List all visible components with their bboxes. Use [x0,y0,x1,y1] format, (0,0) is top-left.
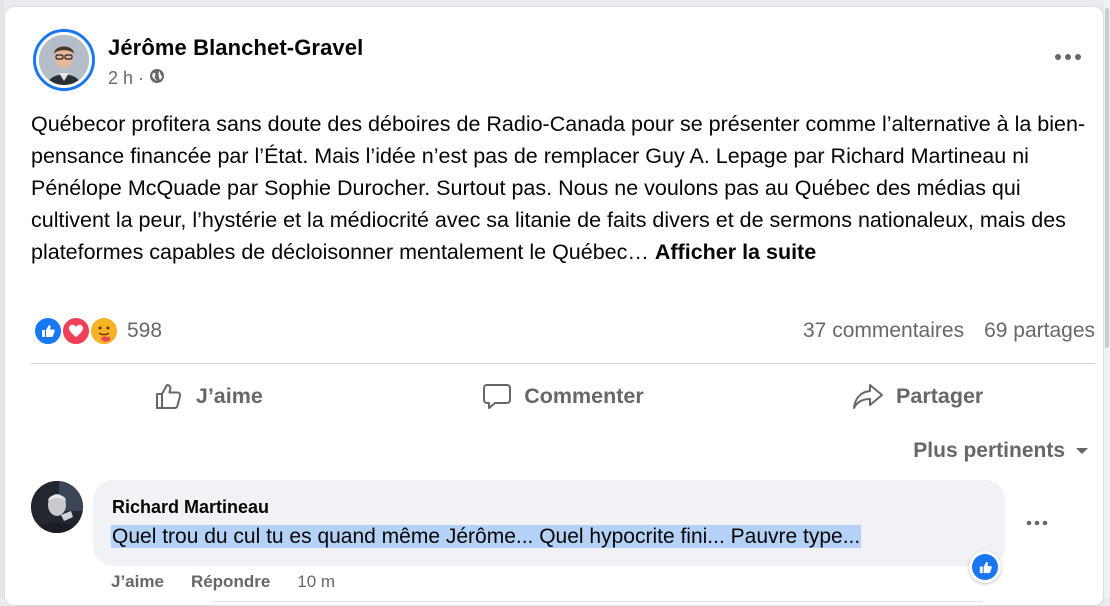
reply-input-edge [211,601,983,602]
more-horizontal-icon [1055,54,1081,60]
post-more-button[interactable] [1051,45,1085,69]
post-text: Québecor profitera sans doute des déboir… [31,108,1091,268]
commenter-name[interactable]: Richard Martineau [112,497,269,518]
comment-like-link[interactable]: J’aime [111,572,164,592]
reactions-summary[interactable]: 598 [33,313,162,349]
meta-separator: · [138,68,145,88]
reaction-count: 598 [127,319,163,342]
comment-time[interactable]: 10 m [297,572,335,592]
comment-text-selection: Quel trou du cul tu es quand même Jérôme… [111,525,862,548]
like-button-label: J’aime [195,383,263,408]
author-avatar-image [39,35,89,85]
comment-text: Quel trou du cul tu es quand même Jérôme… [111,523,862,551]
sort-label: Plus pertinents [913,439,1065,462]
post-body: Québecor profitera sans doute des déboir… [31,112,1086,264]
love-reaction-icon [61,316,91,346]
globe-icon[interactable] [149,68,165,89]
commenter-avatar[interactable] [31,481,83,533]
comments-count-link[interactable]: 37 commentaires [803,319,964,343]
share-button-label: Partager [896,383,984,408]
comment-button[interactable]: Commenter [386,371,741,421]
scrollbar-track[interactable] [1104,0,1110,598]
comment-reply-link[interactable]: Répondre [191,572,270,592]
like-reaction-icon [33,316,63,346]
post-card: Jérôme Blanchet-Gravel 2 h · Québecor pr… [4,6,1104,606]
actions-divider [31,363,1095,364]
like-button[interactable]: J’aime [31,371,386,421]
see-more-link[interactable]: Afficher la suite [655,240,816,264]
shares-count-link[interactable]: 69 partages [984,319,1095,343]
author-avatar[interactable] [33,29,95,91]
comment-reaction-badge[interactable] [969,551,1001,583]
post-actions: J’aime Commenter Partager [31,371,1095,421]
comment-actions: J’aime Répondre 10 m [111,572,335,592]
share-arrow-icon [853,384,884,409]
thumbs-up-icon [155,384,181,409]
comment-sort-dropdown[interactable]: Plus pertinents [913,439,1089,463]
comment-bubble: Richard Martineau Quel trou du cul tu es… [93,480,1005,566]
comment-more-button[interactable] [1021,511,1053,535]
like-reaction-icon [972,554,998,580]
post-stats: 37 commentaires 69 partages [803,319,1095,343]
post-meta: 2 h · [108,68,165,89]
care-reaction-icon [89,316,119,346]
share-button[interactable]: Partager [740,371,1095,421]
reaction-icons [33,314,121,348]
post-time[interactable]: 2 h [108,68,133,89]
more-horizontal-icon [1026,520,1048,526]
author-name[interactable]: Jérôme Blanchet-Gravel [108,35,363,61]
comment-icon [483,384,512,409]
scrollbar-thumb[interactable] [1105,8,1109,348]
comment-button-label: Commenter [524,383,644,408]
caret-down-icon [1076,448,1088,454]
